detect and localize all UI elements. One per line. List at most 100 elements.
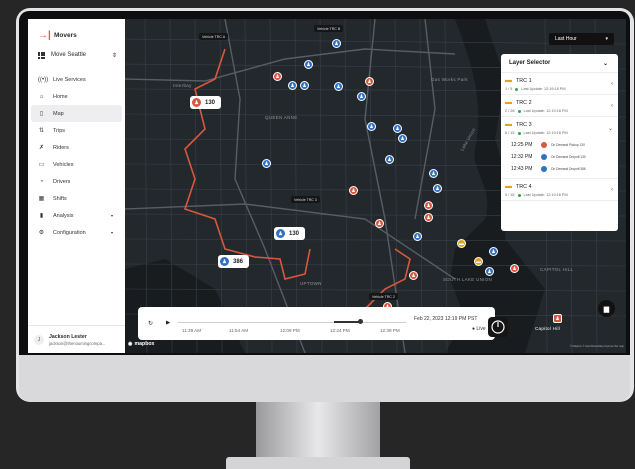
pickup-marker[interactable]: ♟ — [424, 213, 433, 222]
sidebar-item-drivers[interactable]: ◔ Drivers — [28, 173, 125, 190]
layer-group[interactable]: ▬ TRC 36 / 15 Last Update: 12:19:18 PM ⌄ 12:… — [501, 117, 618, 179]
sidebar-item-label: Shifts — [53, 195, 67, 202]
chevron-icon[interactable]: ‹ — [611, 103, 613, 109]
stop-status-icon — [541, 154, 547, 160]
mapbox-logo[interactable]: ◉ mapbox — [128, 341, 154, 347]
layer-group[interactable]: ▬ TRC 11 / 5 Last Update: 12:19:18 PM ‹ — [501, 73, 618, 95]
layer-group[interactable]: ▬ TRC 49 / 15 Last Update: 12:19:18 PM ‹ — [501, 179, 618, 201]
dropoff-marker[interactable]: ♟ — [429, 169, 438, 178]
replay-icon[interactable]: ↻ — [148, 320, 153, 327]
configuration-icon: ⚙ — [38, 230, 45, 236]
dropoff-marker[interactable]: ♟ — [262, 159, 271, 168]
trip-bubble[interactable]: ♟ 386 — [218, 255, 250, 268]
org-switcher[interactable]: Move Seattle ⇕ — [38, 48, 125, 62]
pickup-marker[interactable]: ♟ — [273, 72, 282, 81]
sidebar-item-riders[interactable]: ✗ Riders — [28, 139, 125, 156]
timeline-progress — [334, 321, 361, 323]
sidebar-item-trips[interactable]: ⇅ Trips — [28, 122, 125, 139]
speed-gauge-icon[interactable] — [488, 317, 508, 337]
drivers-icon: ◔ — [39, 178, 44, 185]
timeline-track[interactable] — [178, 322, 406, 323]
stop-description: On Demand Dropoff 130 — [551, 155, 586, 159]
layer-group-count: 1 / 5 — [505, 87, 513, 91]
user-email: jackson@thenoumingcompa... — [49, 340, 106, 346]
layer-group-name: TRC 2 — [516, 99, 532, 106]
chevron-icon[interactable]: ‹ — [611, 81, 613, 87]
timeline-datetime: Feb 22, 2023 12:19 PM PST — [414, 316, 478, 322]
dropoff-marker[interactable]: ♟ — [485, 267, 494, 276]
dropoff-marker[interactable]: ♟ — [367, 122, 376, 131]
app-logo[interactable]: →| Movers — [28, 19, 125, 41]
sidebar-item-label: Analysis — [53, 212, 74, 219]
dropoff-marker[interactable]: ♟ — [385, 155, 394, 164]
map-view[interactable]: QUEEN ANNE Gas Works Park Lake Union SOU… — [125, 19, 626, 353]
chat-button[interactable]: ▆ — [598, 300, 615, 317]
vehicle-marker[interactable]: ▬ — [474, 257, 483, 266]
stop-item[interactable]: 12:25 PM On Demand Pickup 130 — [505, 139, 614, 151]
pickup-marker[interactable]: ♟ — [424, 201, 433, 210]
chevron-icon[interactable]: ⌄ — [608, 125, 613, 132]
pickup-marker[interactable]: ♟ — [365, 77, 374, 86]
trip-bubble[interactable]: ♟ 130 — [190, 96, 222, 109]
bus-icon: ▬ — [505, 121, 512, 128]
chevron-down-icon: ▾ — [110, 213, 113, 218]
dropoff-marker[interactable]: ♟ — [489, 247, 498, 256]
dropoff-marker[interactable]: ♟ — [334, 82, 343, 91]
layer-selector-header[interactable]: Layer Selector ⌄ — [501, 54, 618, 73]
pickup-marker[interactable]: ♟ — [349, 186, 358, 195]
chevron-down-icon: ▾ — [110, 230, 113, 235]
dropoff-marker[interactable]: ♟ — [393, 124, 402, 133]
sidebar-item-configuration[interactable]: ⚙ Configuration ▾ — [28, 224, 125, 241]
vehicle-label[interactable]: Vehicle TRC A — [199, 33, 229, 40]
sidebar-item-home[interactable]: ⌂ Home — [28, 88, 125, 105]
pickup-marker[interactable]: ♟ — [409, 271, 418, 280]
timeline-tick: 12:09 PM — [280, 328, 300, 333]
stop-item[interactable]: 12:32 PM On Demand Dropoff 130 — [505, 151, 614, 163]
area-label: QUEEN ANNE — [265, 115, 298, 120]
sidebar-item-vehicles[interactable]: ▭ Vehicles — [28, 156, 125, 173]
chevron-icon[interactable]: ‹ — [611, 187, 613, 193]
user-profile[interactable]: J Jackson Lester jackson@thenoumingcompa… — [28, 325, 125, 353]
sidebar-item-analysis[interactable]: ▮ Analysis ▾ — [28, 207, 125, 224]
sidebar-item-map[interactable]: ▯ Map — [31, 105, 122, 122]
timeline-handle[interactable] — [357, 319, 363, 324]
trip-bubble[interactable]: ♟ 130 — [274, 227, 306, 240]
layer-group-update: Last Update: 12:19:18 PM — [523, 109, 568, 113]
sidebar-item-label: Trips — [53, 127, 66, 134]
pickup-marker[interactable]: ♟ — [375, 219, 384, 228]
dropoff-marker[interactable]: ♟ — [288, 81, 297, 90]
layer-selector-title: Layer Selector — [509, 60, 551, 66]
dropoff-marker[interactable]: ♟ — [433, 184, 442, 193]
stop-description: On Demand Dropoff 386 — [551, 167, 586, 171]
monitor-stand — [256, 402, 380, 460]
sidebar-item-live-services[interactable]: ((•)) Live Services — [28, 71, 125, 88]
dropoff-marker[interactable]: ♟ — [357, 92, 366, 101]
layer-group-title: ▬ TRC 2 — [505, 99, 614, 106]
sidebar-item-label: Vehicles — [53, 161, 74, 168]
vehicle-label[interactable]: Vehicle TRC 3 — [291, 196, 320, 203]
dropoff-marker[interactable]: ♟ — [304, 60, 313, 69]
pickup-marker[interactable]: ♟ — [510, 264, 519, 273]
vehicle-label[interactable]: Vehicle TRC 2 — [369, 293, 398, 300]
monitor-chin — [19, 355, 630, 402]
vehicle-marker[interactable]: ▬ — [457, 239, 466, 248]
time-range-dropdown[interactable]: Last Hour ▾ — [549, 33, 614, 45]
dropoff-marker[interactable]: ♟ — [332, 39, 341, 48]
status-dot-icon — [517, 109, 521, 113]
sidebar-item-label: Riders — [53, 144, 69, 151]
area-label: UPTOWN — [300, 281, 322, 286]
timeline-tick: 12:24 PM — [330, 328, 350, 333]
stop-item[interactable]: 12:43 PM On Demand Dropoff 386 — [505, 163, 614, 175]
area-label: Interbay — [173, 83, 192, 88]
vehicle-label[interactable]: Vehicle TRC B — [314, 25, 344, 32]
map-attribution[interactable]: © Mapbox © OpenStreetMap Improve this ma… — [570, 345, 624, 348]
live-indicator[interactable]: ● Live — [472, 326, 486, 332]
riders-icon: ✗ — [38, 145, 45, 151]
sidebar-item-shifts[interactable]: ▦ Shifts — [28, 190, 125, 207]
dropoff-marker[interactable]: ♟ — [413, 232, 422, 241]
dropoff-marker[interactable]: ♟ — [300, 81, 309, 90]
dropoff-marker[interactable]: ♟ — [398, 134, 407, 143]
layer-group[interactable]: ▬ TRC 22 / 28 Last Update: 12:19:18 PM ‹ — [501, 95, 618, 117]
pickup-marker[interactable]: ♟ — [553, 314, 562, 323]
play-icon[interactable]: ▶ — [166, 320, 170, 326]
